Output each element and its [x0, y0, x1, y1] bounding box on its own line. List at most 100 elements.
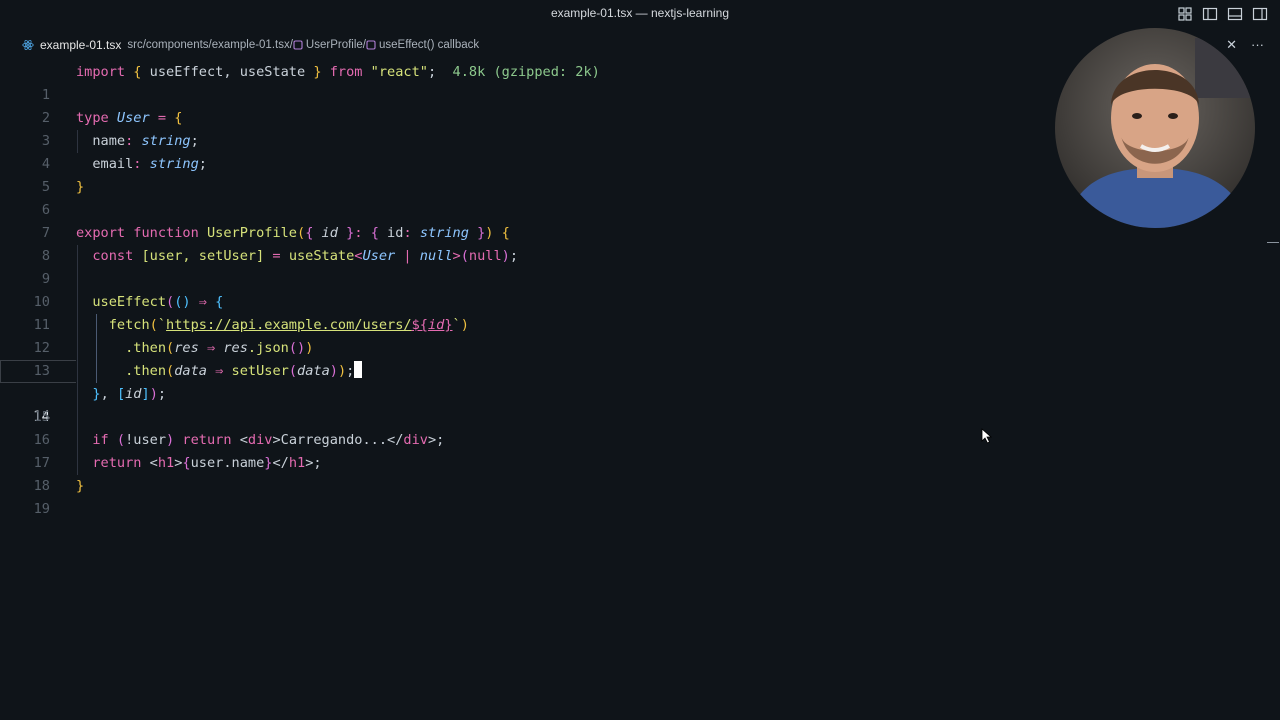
- line-content: return <h1>{user.name}</h1>;: [76, 452, 321, 475]
- token-from: from: [321, 64, 371, 80]
- symbol-method-icon: [366, 40, 376, 50]
- token-arrow: ⇒: [190, 294, 216, 310]
- import-cost-hint: 4.8k (gzipped: 2k): [436, 64, 600, 80]
- symbol-class-icon: [293, 40, 303, 50]
- token-brace: {: [501, 225, 510, 241]
- token-semicolon: ;: [346, 363, 355, 379]
- line-content: type User = {: [76, 107, 182, 130]
- token-expression: !user: [125, 432, 167, 448]
- token-paren: (: [166, 340, 175, 356]
- token-lt: <: [239, 432, 248, 448]
- token-tag: h1: [288, 455, 306, 471]
- token-paren: (: [288, 363, 298, 379]
- breadcrumb-path[interactable]: src/components/example-01.tsx/: [127, 39, 293, 51]
- token-semicolon: ;: [190, 133, 199, 149]
- scrollbar-indicator[interactable]: [1267, 242, 1279, 243]
- line-content: .then(data ⇒ setUser(data));: [76, 360, 363, 383]
- token-function-call: setUser: [231, 363, 289, 379]
- token-property: email: [76, 156, 134, 172]
- line-content: export function UserProfile({ id }: { id…: [76, 222, 510, 245]
- breadcrumb-file[interactable]: example-01.tsx: [40, 38, 121, 52]
- code-line: 19 }: [0, 475, 1260, 517]
- token-export: export: [76, 225, 134, 241]
- token-function-call: useState: [288, 248, 355, 264]
- token-type-name: User: [116, 110, 150, 126]
- token-brace: }: [305, 64, 322, 80]
- token-brace: {: [215, 294, 224, 310]
- token-paren: (): [288, 340, 306, 356]
- token-brace: }: [337, 225, 355, 241]
- code-line: 16: [0, 406, 1260, 448]
- token-method: .json: [247, 340, 289, 356]
- token-arrow: ⇒: [206, 363, 232, 379]
- token-paren: (: [116, 432, 126, 448]
- token-arrow: ⇒: [198, 340, 224, 356]
- text-cursor: [354, 361, 363, 378]
- token-destructure: [user, setUser]: [141, 248, 265, 264]
- line-content: email: string;: [76, 153, 207, 176]
- token-tag: div: [403, 432, 428, 448]
- title-bar: example-01.tsx — nextjs-learning: [0, 0, 1280, 28]
- line-content: }: [76, 475, 84, 498]
- token-gt: >: [427, 432, 437, 448]
- token-useeffect: useEffect,: [141, 64, 240, 80]
- token-const: const: [76, 248, 142, 264]
- token-lt: <: [149, 455, 158, 471]
- react-icon: [22, 39, 34, 51]
- token-type: type: [76, 110, 117, 126]
- token-null: null: [468, 248, 502, 264]
- token-paren: (: [460, 248, 469, 264]
- customize-layout-icon[interactable]: [1177, 6, 1193, 22]
- close-icon[interactable]: ✕: [1226, 37, 1237, 53]
- token-param: id: [313, 225, 338, 241]
- token-semicolon: ;: [198, 156, 207, 172]
- token-paren: (: [297, 225, 306, 241]
- token-paren: (: [166, 294, 175, 310]
- line-content: const [user, setUser] = useState<User | …: [76, 245, 518, 268]
- toggle-panel-icon[interactable]: [1227, 6, 1243, 22]
- breadcrumb: example-01.tsx src/components/example-01…: [22, 36, 479, 54]
- code-line: 11 useEffect(() ⇒ {: [0, 291, 1260, 333]
- token-gt: >: [272, 432, 281, 448]
- token-template-tick: `: [452, 317, 461, 333]
- token-method: .then: [76, 340, 167, 356]
- line-content: name: string;: [76, 130, 199, 153]
- toggle-primary-sidebar-icon[interactable]: [1202, 6, 1218, 22]
- token-jsx-text: Carregando...: [280, 432, 388, 448]
- line-content: import { useEffect, useState } from "rea…: [76, 61, 600, 84]
- code-line: 13 .then(res ⇒ res.json()): [0, 337, 1260, 379]
- code-line: 7: [0, 199, 1260, 241]
- line-content: fetch(`https://api.example.com/users/${i…: [76, 314, 469, 337]
- code-line: 8 export function UserProfile({ id }: { …: [0, 222, 1260, 264]
- token-type-name: User: [362, 248, 396, 264]
- breadcrumb-symbol-userprofile[interactable]: UserProfile/: [306, 39, 366, 51]
- token-usestate: useState: [239, 64, 306, 80]
- token-paren: (: [166, 363, 175, 379]
- token-brace: {: [182, 455, 191, 471]
- token-property: id: [378, 225, 404, 241]
- token-brace: }: [76, 179, 85, 195]
- token-paren: (): [174, 294, 191, 310]
- token-tag: h1: [157, 455, 175, 471]
- line-content: if (!user) return <div>Carregando...</di…: [76, 429, 444, 452]
- token-url[interactable]: https://api.example.com/users/: [166, 317, 412, 333]
- token-if: if: [76, 432, 117, 448]
- token-paren: ): [305, 340, 314, 356]
- code-line: 18 return <h1>{user.name}</h1>;: [0, 452, 1260, 494]
- more-actions-icon[interactable]: ···: [1251, 37, 1264, 53]
- token-equals: =: [264, 248, 289, 264]
- token-paren: ): [166, 432, 175, 448]
- token-lt: </: [272, 455, 289, 471]
- token-colon: :: [133, 156, 150, 172]
- token-param: data: [174, 363, 207, 379]
- token-comma: ,: [100, 386, 117, 402]
- toggle-secondary-sidebar-icon[interactable]: [1252, 6, 1268, 22]
- code-line: 17 if (!user) return <div>Carregando...<…: [0, 429, 1260, 471]
- token-null: null: [419, 248, 453, 264]
- token-type-string: string: [141, 133, 191, 149]
- code-line: 12 fetch(`https://api.example.com/users/…: [0, 314, 1260, 356]
- token-paren: ): [337, 363, 347, 379]
- breadcrumb-symbol-useeffect[interactable]: useEffect() callback: [379, 39, 479, 51]
- token-id: id: [125, 386, 142, 402]
